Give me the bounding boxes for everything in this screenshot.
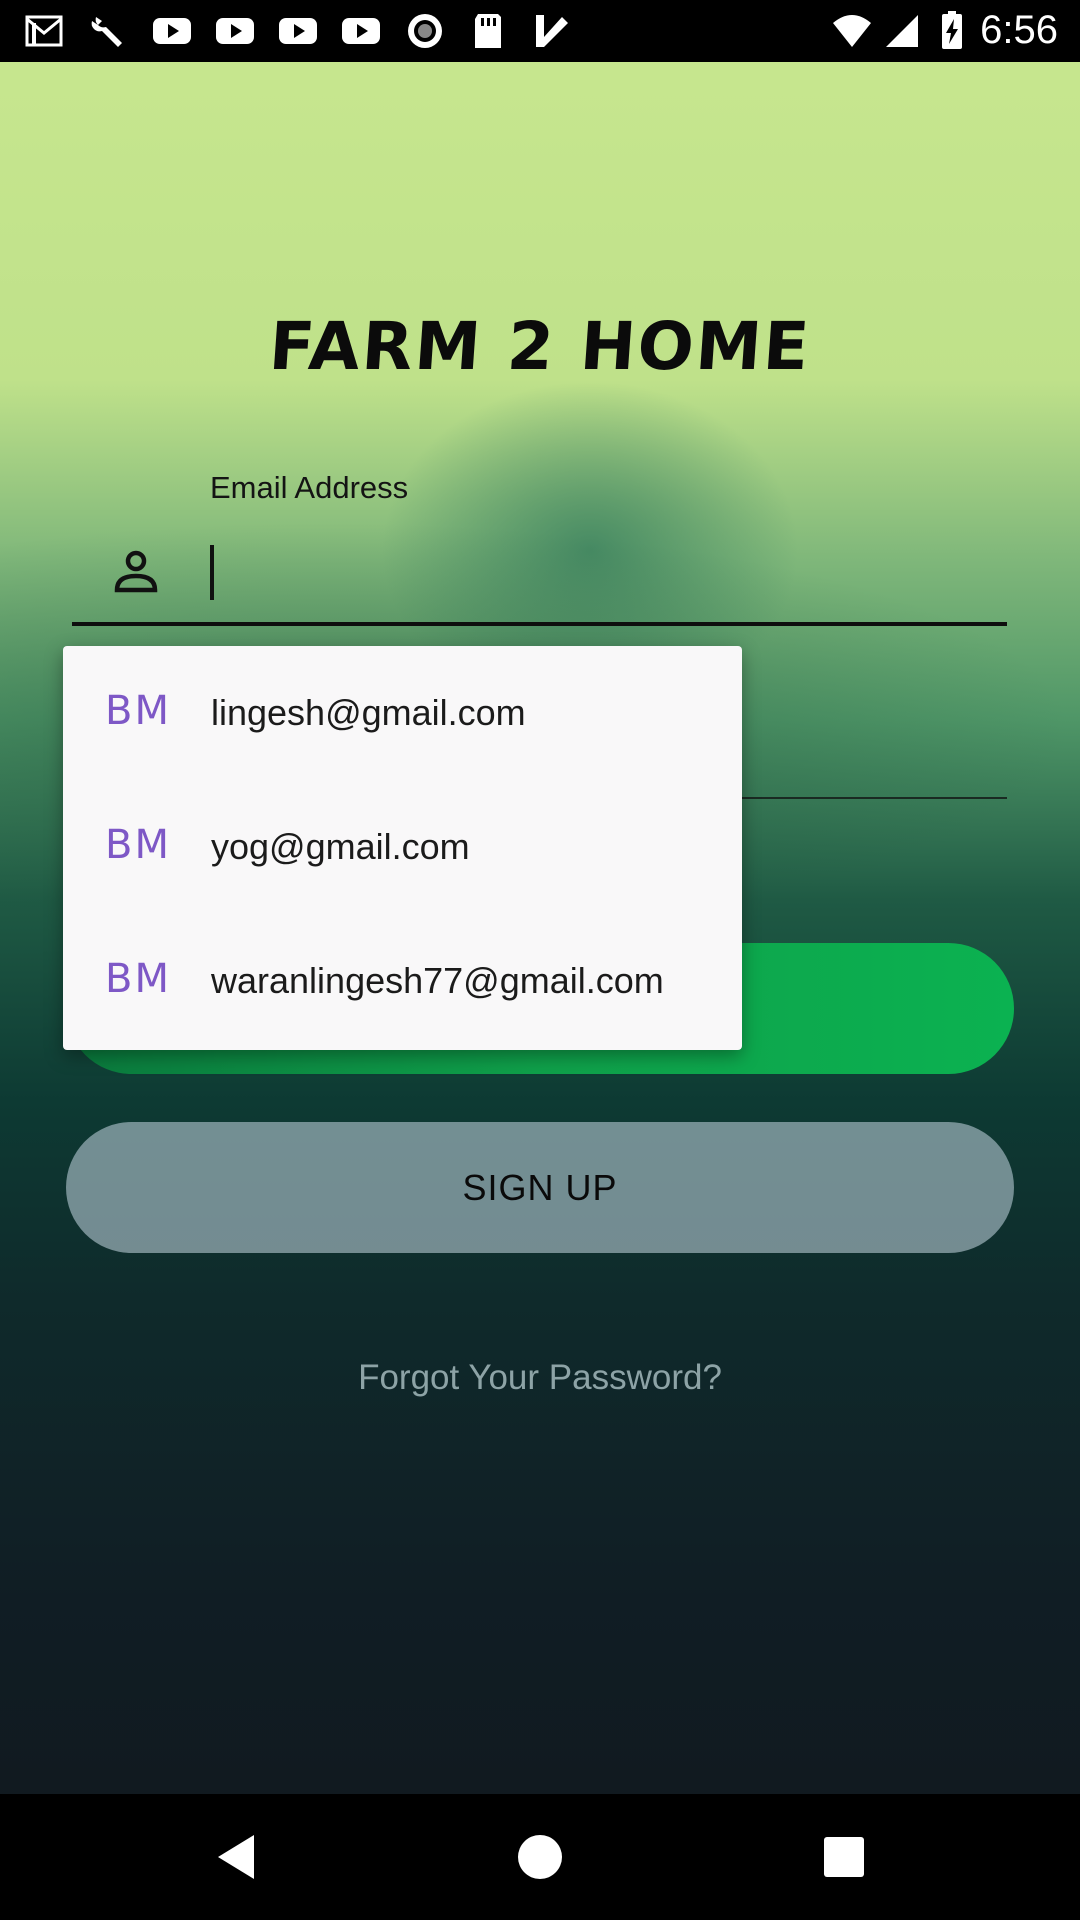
- suggestion-item[interactable]: BM waranlingesh77@gmail.com: [63, 914, 742, 1048]
- status-bar: 6:56: [0, 0, 1080, 62]
- email-label: Email Address: [210, 470, 409, 505]
- suggestion-item[interactable]: BM yog@gmail.com: [63, 780, 742, 914]
- sd-card-icon: [468, 11, 508, 51]
- app-title: FARM 2 HOME: [266, 308, 814, 385]
- navigation-bar: [0, 1794, 1080, 1920]
- back-icon[interactable]: [210, 1829, 266, 1885]
- suggestion-item[interactable]: BM lingesh@gmail.com: [63, 646, 742, 780]
- youtube-icon: [215, 11, 255, 51]
- youtube-icon: [341, 11, 381, 51]
- battery-charging-icon: [932, 11, 972, 51]
- forgot-password-link[interactable]: Forgot Your Password?: [0, 1358, 1080, 1398]
- email-field[interactable]: [210, 540, 1004, 606]
- home-icon[interactable]: [512, 1829, 568, 1885]
- suggestion-email: lingesh@gmail.com: [211, 692, 526, 733]
- login-screen: 6:56 FARM 2 HOME Email Address SIGN UP F…: [0, 0, 1080, 1920]
- youtube-icon: [278, 11, 318, 51]
- account-icon: BM: [105, 822, 171, 868]
- account-icon: BM: [105, 956, 171, 1002]
- signal-icon: [882, 11, 922, 51]
- signup-button[interactable]: SIGN UP: [66, 1122, 1014, 1253]
- person-icon: [114, 550, 158, 593]
- text-cursor: [210, 545, 214, 600]
- suggestion-email: waranlingesh77@gmail.com: [211, 960, 664, 1001]
- email-suggestions-dropdown: BM lingesh@gmail.com BM yog@gmail.com BM…: [63, 646, 742, 1050]
- wrench-icon: [88, 11, 128, 51]
- status-clock: 6:56: [980, 8, 1058, 52]
- gmail-icon: [24, 11, 64, 51]
- record-icon: [405, 11, 445, 51]
- check-icon: [532, 11, 572, 51]
- account-icon: BM: [105, 688, 171, 734]
- suggestion-email: yog@gmail.com: [211, 826, 470, 867]
- recents-icon[interactable]: [816, 1829, 872, 1885]
- wifi-icon: [832, 11, 872, 51]
- youtube-icon: [152, 11, 192, 51]
- email-underline: [72, 622, 1007, 626]
